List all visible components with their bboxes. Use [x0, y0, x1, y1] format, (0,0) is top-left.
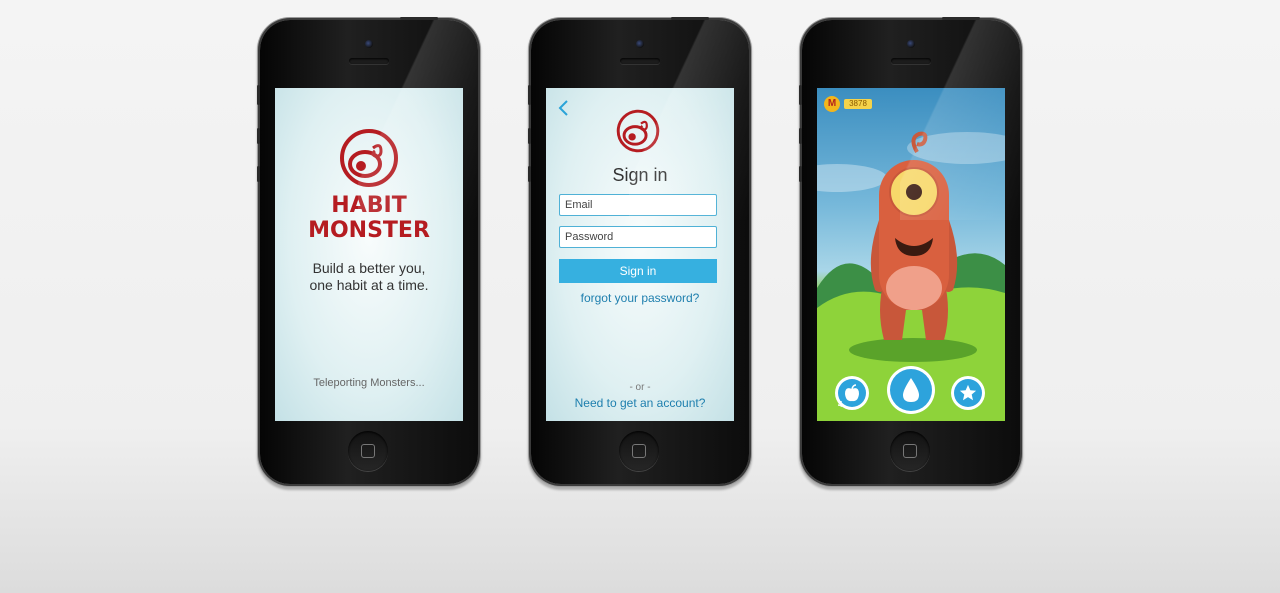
habit-monster-logo-icon	[616, 109, 660, 153]
signin-button[interactable]: Sign in	[559, 259, 717, 283]
coin-icon: M	[824, 96, 840, 112]
water-button[interactable]	[887, 366, 935, 414]
home-button[interactable]	[619, 431, 659, 471]
rewards-button[interactable]	[951, 376, 985, 410]
signin-screen: Sign in Email Password Sign in forgot yo…	[546, 88, 734, 421]
volume-up-button	[799, 128, 802, 144]
phone-signin: Sign in Email Password Sign in forgot yo…	[528, 17, 749, 484]
signin-title: Sign in	[612, 165, 668, 185]
create-account-link[interactable]: Need to get an account?	[546, 396, 734, 410]
feed-button[interactable]: 4	[835, 376, 869, 410]
back-chevron-icon[interactable]	[556, 98, 570, 118]
volume-down-button	[257, 166, 260, 182]
water-drop-icon	[890, 369, 932, 411]
food-count: 4	[838, 400, 843, 409]
volume-down-button	[799, 166, 802, 182]
mute-switch	[799, 85, 802, 105]
or-divider: - or -	[629, 382, 651, 393]
mute-switch	[257, 85, 260, 105]
home-button[interactable]	[890, 431, 930, 471]
phone-splash: HABIT MONSTER Build a better you, one ha…	[257, 17, 478, 484]
phone-game: 3878 M 4	[799, 17, 1020, 484]
volume-up-button	[257, 128, 260, 144]
email-field[interactable]: Email	[559, 194, 717, 216]
loading-text: Teleporting Monsters...	[313, 377, 425, 389]
splash-screen: HABIT MONSTER Build a better you, one ha…	[275, 88, 463, 421]
earpiece-speaker	[349, 58, 389, 64]
mute-switch	[528, 85, 531, 105]
coin-count: 3878	[844, 99, 872, 109]
front-camera	[907, 40, 915, 48]
volume-down-button	[528, 166, 531, 182]
volume-up-button	[528, 128, 531, 144]
coin-balance: 3878 M	[824, 96, 872, 112]
brand-name-line-2: MONSTER	[308, 218, 430, 243]
home-button[interactable]	[348, 431, 388, 471]
monster-character	[870, 131, 958, 340]
game-screen: 3878 M 4	[817, 88, 1005, 421]
habit-monster-logo-icon	[340, 129, 398, 187]
front-camera	[636, 40, 644, 48]
tagline-line-1: Build a better you,	[312, 260, 426, 276]
power-button	[400, 17, 438, 20]
power-button	[671, 17, 709, 20]
brand-name-line-1: HABIT	[331, 193, 407, 218]
star-icon	[954, 379, 982, 407]
power-button	[942, 17, 980, 20]
earpiece-speaker	[891, 58, 931, 64]
front-camera	[365, 40, 373, 48]
password-field[interactable]: Password	[559, 226, 717, 248]
forgot-password-link[interactable]: forgot your password?	[546, 291, 734, 305]
tagline: Build a better you, one habit at a time.	[275, 260, 463, 294]
earpiece-speaker	[620, 58, 660, 64]
tagline-line-2: one habit at a time.	[309, 277, 429, 293]
